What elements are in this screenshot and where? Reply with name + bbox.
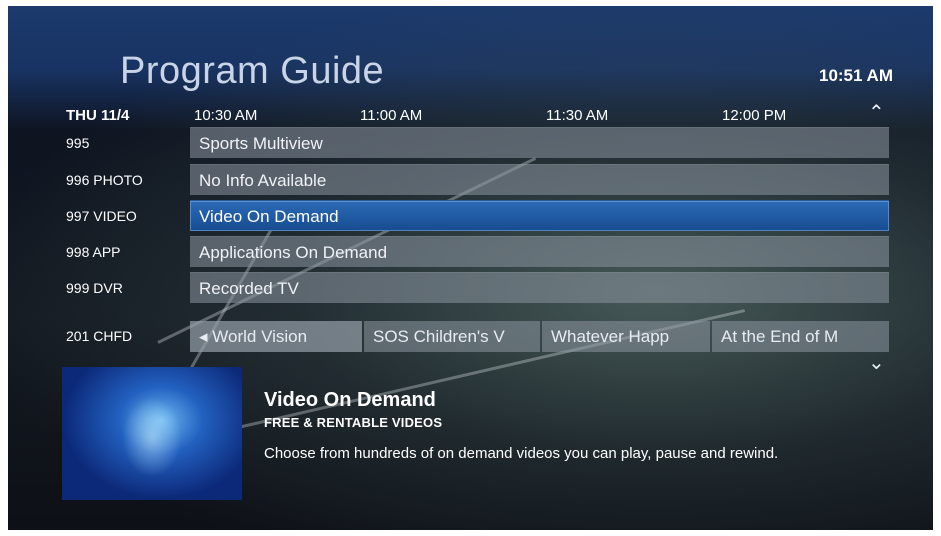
program-guide-screen: Program Guide 10:51 AM THU 11/4 10:30 AM… xyxy=(8,6,933,530)
channel-number: 996 PHOTO xyxy=(66,172,143,188)
channel-number: 999 DVR xyxy=(66,280,123,296)
program-cell[interactable]: Recorded TV xyxy=(190,272,889,303)
timeslot-1: 10:30 AM xyxy=(194,107,258,124)
program-cell[interactable]: SOS Children's V xyxy=(364,321,540,352)
timeslot-4: 12:00 PM xyxy=(722,107,787,124)
timeslot-2: 11:00 AM xyxy=(360,107,423,124)
chevron-up-icon[interactable]: ⌃ xyxy=(868,103,890,123)
program-cell[interactable]: At the End of M xyxy=(712,321,889,352)
info-description: Choose from hundreds of on demand videos… xyxy=(264,445,779,462)
guide-day: THU 11/4 xyxy=(66,107,130,124)
program-cell[interactable]: Sports Multiview xyxy=(190,127,889,158)
channel-number: 997 VIDEO xyxy=(66,208,137,224)
program-cell[interactable]: No Info Available xyxy=(190,164,889,195)
clock: 10:51 AM xyxy=(818,66,893,85)
program-cell[interactable]: Whatever Happ xyxy=(542,321,710,352)
channel-number: 998 APP xyxy=(66,244,121,260)
chevron-down-icon[interactable]: ⌄ xyxy=(868,353,890,373)
page-title: Program Guide xyxy=(120,50,385,92)
program-cell-selected[interactable]: Video On Demand xyxy=(190,200,889,231)
program-thumbnail xyxy=(62,367,242,500)
program-cell[interactable]: ◂ World Vision xyxy=(190,321,362,352)
info-subtitle: FREE & RENTABLE VIDEOS xyxy=(264,415,443,430)
channel-number: 995 xyxy=(66,135,90,151)
channel-number: 201 CHFD xyxy=(66,328,133,344)
info-title: Video On Demand xyxy=(264,389,436,411)
timeslot-3: 11:30 AM xyxy=(546,107,609,124)
program-cell[interactable]: Applications On Demand xyxy=(190,236,889,267)
thumbnail-highlight xyxy=(122,397,182,477)
